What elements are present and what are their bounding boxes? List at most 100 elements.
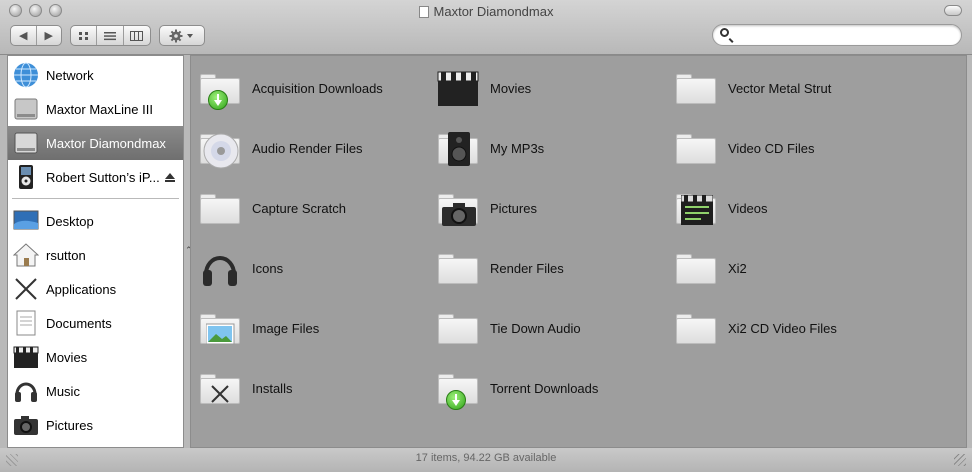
window-title: Maxtor Diamondmax bbox=[433, 4, 554, 19]
search-icon bbox=[720, 28, 729, 37]
disk-proxy-icon[interactable] bbox=[418, 6, 429, 18]
nav-buttons: ◀ ▶ bbox=[10, 25, 62, 46]
sidebar-item-label: Movies bbox=[46, 349, 88, 365]
folder-icon bbox=[674, 128, 718, 168]
sidebar-item-maxline[interactable]: Maxtor MaxLine III bbox=[8, 92, 183, 126]
file-item-render-files[interactable]: Render Files bbox=[436, 248, 564, 288]
forward-button[interactable]: ▶ bbox=[35, 26, 62, 45]
sidebar-divider bbox=[12, 198, 179, 199]
file-item-vector-metal-strut[interactable]: Vector Metal Strut bbox=[674, 68, 831, 108]
file-item-pictures[interactable]: Pictures bbox=[436, 188, 537, 228]
file-item-label: Capture Scratch bbox=[252, 200, 346, 216]
eject-icon[interactable] bbox=[165, 173, 175, 182]
column-view-icon bbox=[130, 30, 144, 41]
toolbar-toggle-button[interactable] bbox=[944, 5, 962, 16]
sidebar-item-label: Pictures bbox=[46, 417, 93, 433]
action-menu-button[interactable] bbox=[159, 25, 205, 46]
file-item-audio-render-files[interactable]: Audio Render Files bbox=[198, 128, 363, 169]
file-item-my-mp3s[interactable]: My MP3s bbox=[436, 128, 544, 168]
file-item-xi2-cd-video-files[interactable]: Xi2 CD Video Files bbox=[674, 308, 837, 348]
home-icon bbox=[13, 242, 39, 268]
file-item-icons[interactable]: Icons bbox=[198, 248, 283, 288]
search-input[interactable] bbox=[737, 27, 952, 43]
file-item-label: Render Files bbox=[490, 260, 564, 276]
cd-folder-icon bbox=[198, 128, 242, 169]
file-item-label: Xi2 bbox=[728, 260, 747, 276]
file-item-xi2[interactable]: Xi2 bbox=[674, 248, 747, 288]
file-item-label: My MP3s bbox=[490, 140, 545, 156]
sidebar-item-label: Robert Sutton’s iP... bbox=[46, 169, 160, 185]
sidebar: Network Maxtor MaxLine III Maxtor Diamon… bbox=[7, 55, 184, 448]
file-item-label: Torrent Downloads bbox=[490, 380, 599, 396]
icon-view-button[interactable] bbox=[71, 26, 96, 45]
desktop-icon bbox=[13, 208, 39, 234]
file-item-label: Tie Down Audio bbox=[490, 320, 581, 336]
back-button[interactable]: ◀ bbox=[11, 26, 36, 45]
file-item-capture-scratch[interactable]: Capture Scratch bbox=[198, 188, 346, 228]
status-bar: 17 items, 94.22 GB available bbox=[0, 448, 972, 472]
search-field[interactable] bbox=[712, 24, 962, 46]
sidebar-item-applications[interactable]: Applications bbox=[8, 272, 183, 306]
file-item-label: Image Files bbox=[252, 320, 320, 336]
file-item-label: Icons bbox=[252, 260, 284, 276]
headphones-icon bbox=[13, 378, 39, 404]
sidebar-item-ipod[interactable]: Robert Sutton’s iP... bbox=[8, 160, 183, 194]
finder-window: Maxtor Diamondmax ◀ ▶ Network Maxtor Max… bbox=[0, 0, 972, 472]
file-item-label: Vector Metal Strut bbox=[728, 80, 832, 96]
folder-icon bbox=[674, 68, 718, 108]
sidebar-item-label: Documents bbox=[46, 315, 112, 331]
camera-folder-icon bbox=[436, 188, 480, 228]
camera-icon bbox=[13, 412, 39, 438]
globe-icon bbox=[13, 62, 39, 88]
file-icon-grid: Acquisition Downloads Audio Render Files… bbox=[190, 55, 967, 448]
download-folder-icon bbox=[436, 368, 480, 410]
image-folder-icon bbox=[198, 308, 242, 348]
sidebar-item-movies[interactable]: Movies bbox=[8, 340, 183, 374]
resize-grip-icon[interactable] bbox=[954, 454, 966, 466]
toolbar: Maxtor Diamondmax ◀ ▶ bbox=[0, 0, 972, 55]
sidebar-item-documents[interactable]: Documents bbox=[8, 306, 183, 340]
file-item-tie-down-audio[interactable]: Tie Down Audio bbox=[436, 308, 581, 348]
sidebar-item-diamondmax[interactable]: Maxtor Diamondmax bbox=[8, 126, 183, 160]
folder-icon bbox=[436, 248, 480, 288]
file-item-label: Acquisition Downloads bbox=[252, 80, 383, 96]
headphones-icon bbox=[198, 248, 242, 288]
folder-icon bbox=[198, 188, 242, 228]
file-item-image-files[interactable]: Image Files bbox=[198, 308, 319, 348]
file-item-label: Audio Render Files bbox=[252, 140, 363, 156]
window-title-bar: Maxtor Diamondmax bbox=[0, 4, 972, 19]
file-item-label: Xi2 CD Video Files bbox=[728, 320, 837, 336]
sidebar-item-pictures[interactable]: Pictures bbox=[8, 408, 183, 442]
file-item-video-cd-files[interactable]: Video CD Files bbox=[674, 128, 814, 168]
sidebar-item-music[interactable]: Music bbox=[8, 374, 183, 408]
list-view-button[interactable] bbox=[96, 26, 122, 45]
clapperboard-icon bbox=[436, 68, 480, 108]
sidebar-item-label: Maxtor MaxLine III bbox=[46, 101, 153, 117]
file-item-installs[interactable]: Installs bbox=[198, 368, 292, 408]
chevron-down-icon bbox=[187, 33, 193, 38]
ipod-icon bbox=[13, 164, 39, 190]
sidebar-item-label: Desktop bbox=[46, 213, 94, 229]
download-folder-icon bbox=[198, 68, 242, 110]
movie-take-icon bbox=[674, 188, 718, 228]
installs-folder-icon bbox=[198, 368, 242, 408]
clapperboard-icon bbox=[13, 344, 39, 370]
sidebar-item-home[interactable]: rsutton bbox=[8, 238, 183, 272]
file-item-videos[interactable]: Videos bbox=[674, 188, 768, 228]
file-item-label: Installs bbox=[252, 380, 293, 396]
file-item-label: Pictures bbox=[490, 200, 537, 216]
icon-view-icon bbox=[78, 31, 88, 40]
sidebar-item-network[interactable]: Network bbox=[8, 58, 183, 92]
file-item-movies[interactable]: Movies bbox=[436, 68, 531, 108]
sidebar-item-label: Applications bbox=[46, 281, 117, 297]
file-item-torrent-downloads[interactable]: Torrent Downloads bbox=[436, 368, 599, 410]
folder-icon bbox=[674, 248, 718, 288]
status-text: 17 items, 94.22 GB available bbox=[415, 452, 557, 464]
hard-drive-icon bbox=[13, 130, 39, 156]
sidebar-item-desktop[interactable]: Desktop bbox=[8, 204, 183, 238]
column-view-button[interactable] bbox=[122, 26, 150, 45]
sidebar-item-label: Maxtor Diamondmax bbox=[46, 135, 166, 151]
file-item-label: Movies bbox=[490, 80, 532, 96]
speaker-icon bbox=[436, 128, 480, 168]
file-item-acquisition-downloads[interactable]: Acquisition Downloads bbox=[198, 68, 383, 110]
